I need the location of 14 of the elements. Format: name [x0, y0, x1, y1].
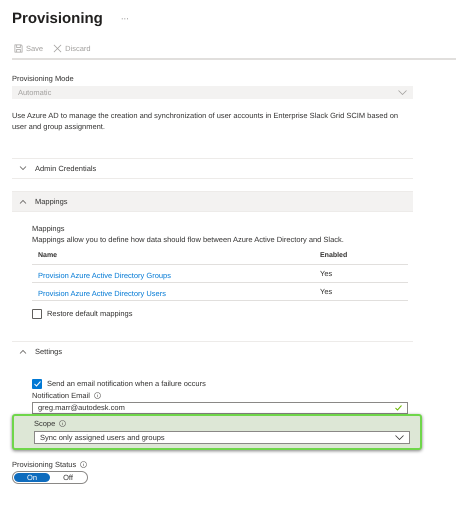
close-icon	[53, 44, 62, 53]
checkbox[interactable]	[32, 308, 42, 318]
chevron-up-icon	[19, 198, 27, 204]
page-title: Provisioning	[12, 10, 103, 26]
chevron-down-icon	[395, 434, 404, 440]
save-icon	[14, 44, 23, 53]
chevron-down-icon	[398, 90, 407, 95]
info-icon	[94, 392, 101, 398]
more-button[interactable]: ···	[120, 14, 129, 22]
info-icon	[80, 460, 88, 468]
checkbox[interactable]	[32, 378, 42, 388]
chevron-down-icon	[19, 166, 27, 170]
chevron-up-icon	[19, 349, 27, 354]
info-icon	[59, 420, 66, 426]
